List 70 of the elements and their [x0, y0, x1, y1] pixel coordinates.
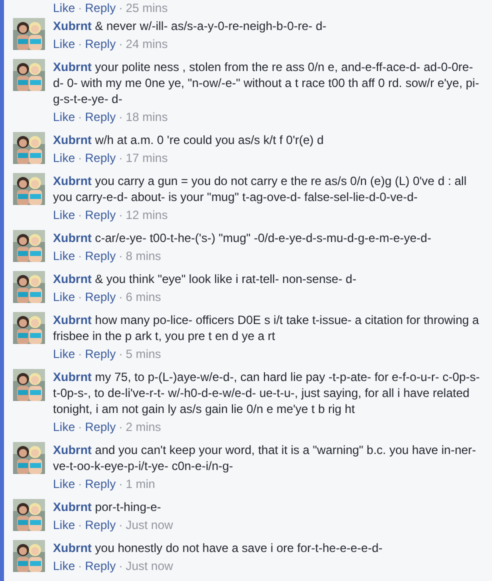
reply-link[interactable]: Reply — [85, 517, 116, 533]
reply-link[interactable]: Reply — [85, 109, 116, 125]
reply-link[interactable]: Reply — [85, 0, 116, 16]
separator: · — [118, 517, 123, 533]
like-link[interactable]: Like — [53, 558, 76, 574]
separator: · — [118, 150, 123, 166]
separator: · — [78, 36, 82, 52]
separator: · — [78, 289, 82, 305]
separator: · — [118, 558, 123, 574]
separator: · — [118, 289, 123, 305]
separator: · — [78, 207, 82, 223]
like-link[interactable]: Like — [53, 517, 76, 533]
like-link[interactable]: Like — [53, 36, 76, 52]
author-link[interactable]: Xubrnt — [53, 313, 92, 327]
separator: · — [118, 207, 123, 223]
like-link[interactable]: Like — [53, 248, 76, 264]
like-link[interactable]: Like — [53, 346, 76, 362]
reply-link[interactable]: Reply — [85, 476, 116, 492]
separator: · — [78, 109, 82, 125]
separator: · — [118, 248, 123, 264]
separator: · — [118, 476, 123, 492]
separator: · — [78, 346, 82, 362]
separator: · — [118, 419, 123, 435]
comment-text: Xubrnt you carry a gun = you do not carry e the re as/s 0/n (e)g (L) 0've d : all you carry-e-d- about- is your "mug" t-ag-ove-d- false-sel-lie-d-0-ve-d- — [53, 173, 468, 205]
comment-text: Xubrnt & never w/-ill- as/s-a-y-0-re-neigh-b-0-re- d- — [53, 18, 326, 34]
comment-text: Xubrnt my 75, to p-(L-)aye-w/e-d-, can hard lie pay -t-p-ate- for e-f-o-u-r- c-0p-s-t-0p-s-, to de-li've-r-t- w/-h0-d-e-w/e-d- ue-t-u-, just saying, for all i have related tonight, i am not gain ly as/s gain lie 0/n e me'ye t b rig ht — [53, 369, 480, 417]
comment-text: Xubrnt w/h at a.m. 0 're could you as/s k/t f 0'r(e) d — [53, 132, 324, 148]
author-link[interactable]: Xubrnt — [53, 174, 92, 188]
author-link[interactable]: Xubrnt — [53, 443, 92, 457]
author-link[interactable]: Xubrnt — [53, 133, 92, 147]
reply-link[interactable]: Reply — [85, 248, 116, 264]
separator: · — [78, 0, 82, 16]
reply-link[interactable]: Reply — [85, 346, 116, 362]
author-link[interactable]: Xubrnt — [53, 231, 92, 245]
reply-link[interactable]: Reply — [85, 558, 116, 574]
author-link[interactable]: Xubrnt — [53, 60, 92, 74]
separator: · — [118, 0, 123, 16]
reply-link[interactable]: Reply — [85, 150, 116, 166]
author-link[interactable]: Xubrnt — [53, 370, 92, 384]
separator: · — [118, 36, 123, 52]
comment-text: Xubrnt your polite ness , stolen from the re ass 0/n e, and-e-ff-ace-d- ad-0-0re-d- 0- with my me 0ne ye, "n-ow/-e-" without a t race t00 th aff 0 rd. sow/r e'ye, pi-g-s-t-e-ye- d- — [53, 59, 480, 107]
comment-text: Xubrnt & you think "eye" look like i rat-tell- non-sense- d- — [53, 271, 356, 287]
reply-link[interactable]: Reply — [85, 207, 116, 223]
like-link[interactable]: Like — [53, 476, 76, 492]
like-link[interactable]: Like — [53, 207, 76, 223]
separator: · — [78, 248, 82, 264]
author-link[interactable]: Xubrnt — [53, 541, 92, 555]
author-link[interactable]: Xubrnt — [53, 272, 92, 286]
separator: · — [78, 419, 82, 435]
comment-text: Xubrnt and you can't keep your word, that it is a "warning" b.c. you have in-ner-ve-t-oo-k-eye-p-i/t-ye- c0n-e-i/n-g- — [53, 442, 478, 474]
like-link[interactable]: Like — [53, 419, 76, 435]
reply-link[interactable]: Reply — [85, 36, 116, 52]
like-link[interactable]: Like — [53, 109, 76, 125]
like-link[interactable]: Like — [53, 0, 76, 16]
reply-link[interactable]: Reply — [85, 419, 116, 435]
separator: · — [78, 558, 82, 574]
like-link[interactable]: Like — [53, 289, 76, 305]
separator: · — [78, 150, 82, 166]
comment-text: Xubrnt c-ar/e-ye- t00-t-he-('s-) "mug" -0/d-e-ye-d-s-mu-d-g-e-m-e-ye-d- — [53, 230, 432, 246]
separator: · — [118, 109, 123, 125]
separator: · — [118, 346, 123, 362]
like-link[interactable]: Like — [53, 150, 76, 166]
author-link[interactable]: Xubrnt — [53, 19, 92, 33]
separator: · — [78, 517, 82, 533]
author-link[interactable]: Xubrnt — [53, 500, 92, 514]
reply-link[interactable]: Reply — [85, 289, 116, 305]
comment-text: Xubrnt how many po-lice- officers D0E s i/t take t-issue- a citation for throwing a frisbee in the p ark t, you pre t en d ye a rt — [53, 312, 480, 344]
comment-text: Xubrnt you honestly do not have a save i ore for-t-he-e-e-e-d- — [53, 540, 382, 556]
separator: · — [78, 476, 82, 492]
comment-text: Xubrnt por-t-hing-e- — [53, 499, 162, 515]
